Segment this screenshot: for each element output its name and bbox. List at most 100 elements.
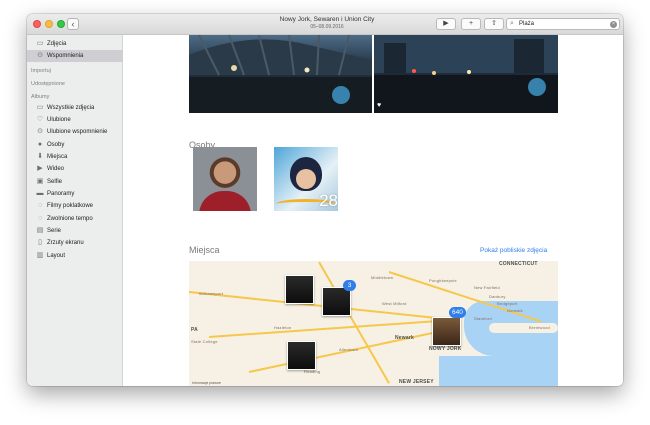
bridge-photo-graphic [189,35,372,113]
person-thumbnail-group[interactable]: 28 [274,147,338,211]
slowmo-icon: ◌ [37,215,43,222]
layout-icon: ▥ [36,252,44,259]
back-button[interactable]: ‹ [67,18,79,30]
zoom-window-button[interactable] [57,20,65,28]
sidebar-item-videos[interactable]: ▶ Wideo [27,163,123,175]
show-nearby-photos-link[interactable]: Pokaż pobliskie zdjęcia [480,247,547,254]
map-label: Allentown [339,347,359,352]
play-slideshow-button[interactable]: ▶ [436,18,456,30]
map-label: Bridgeport [497,301,518,306]
sidebar-item-label: Wszystkie zdjęcia [47,105,95,111]
map-label: New Fairfield [474,285,500,290]
sidebar-item-layout[interactable]: ▥ Layout [27,250,123,262]
map-label: Newark [395,335,414,341]
places-map[interactable]: CONNECTICUT Middletown Poughkeepsie New … [189,261,558,386]
search-icon: ⌕ [510,20,514,27]
map-photo-cluster[interactable] [432,317,461,346]
sidebar-item-label: Zdjęcia [47,41,67,47]
sidebar-item-label: Zrzuty ekranu [47,240,84,246]
sidebar-item-people[interactable]: ● Osoby [27,139,123,151]
ocean-area [439,356,558,386]
cluster-count-badge: 3 [343,280,356,291]
sidebar-item-memories[interactable]: ⊙ Wspomnienia [27,50,123,62]
sidebar-item-panoramas[interactable]: ▬ Panoramy [27,188,123,200]
map-legal-link[interactable]: Informacje prawne [192,381,221,385]
panorama-icon: ▬ [36,190,44,197]
favorite-heart-icon[interactable]: ♥ [377,102,381,109]
close-window-button[interactable] [33,20,41,28]
sidebar-item-imports[interactable]: Importuj [31,67,51,75]
sidebar-item-label: Serie [47,228,62,234]
share-button[interactable]: ⇧ [484,18,504,30]
window-title: Nowy Jork, Sewaren i Union City 05–08.09… [247,16,407,31]
street-photo-graphic [374,35,558,113]
share-icon: ⇧ [491,20,497,27]
people-icon: ● [37,141,43,148]
sidebar-item-label: Wspomnienia [47,53,84,59]
plus-icon: + [468,20,474,27]
memory-title: Nowy Jork, Sewaren i Union City [279,16,375,23]
map-photo-cluster[interactable] [287,341,316,370]
photo-bridge-drive[interactable] [189,35,372,113]
map-label: Danbury [489,294,506,299]
person-thumbnail[interactable] [193,147,257,211]
map-label: NOWY JORK [429,346,462,352]
sidebar-header-albums: Albumy [31,94,50,100]
sidebar-item-label: Filmy poklatkowe [47,203,94,209]
sidebar-item-label: Selfie [47,179,63,185]
map-label: Hazleton [274,325,292,330]
photos-window: ‹ Nowy Jork, Sewaren i Union City 05–08.… [27,14,623,386]
sidebar-item-time-lapse[interactable]: ◌ Filmy poklatkowe [27,200,123,212]
map-label: Stamford [474,316,492,321]
video-icon: ▶ [37,165,43,172]
person-photo-count: 28 [319,191,338,210]
search-input[interactable]: Plaża [519,20,534,29]
map-photo-cluster[interactable] [322,287,351,316]
sidebar-item-label: Ulubione wspomnienie [47,129,108,135]
sidebar-item-all-photos[interactable]: ▭ Wszystkie zdjęcia [27,102,123,114]
sidebar-item-label: Wideo [47,166,65,172]
sidebar-item-shared[interactable]: Udostępnione [31,80,65,88]
search-field[interactable]: ⌕ Plaża × [506,18,620,30]
sidebar-item-label: Zwolnione tempo [47,216,93,222]
sidebar-item-photos[interactable]: ▭ Zdjęcia [27,38,123,50]
cluster-count-badge: 640 [449,307,466,318]
map-label: PA [191,327,198,333]
sidebar-item-bursts[interactable]: ▤ Serie [27,225,123,237]
selfie-icon: ▣ [36,178,44,185]
photo-city-street[interactable] [374,35,558,113]
heart-icon: ♡ [36,116,44,123]
clear-search-icon[interactable]: × [610,21,617,28]
minimize-window-button[interactable] [45,20,53,28]
sidebar-item-places[interactable]: ⬇ Miejsca [27,151,123,163]
favorite-memory-icon: ⊙ [37,128,43,135]
pin-icon: ⬇ [37,153,43,160]
timelapse-icon: ◌ [37,202,43,209]
map-label: Poughkeepsie [429,278,457,283]
memory-photo-strip: ♥ [189,35,558,113]
map-label: Williamsport [199,291,224,296]
sidebar-item-selfies[interactable]: ▣ Selfie [27,176,123,188]
map-photo-cluster[interactable] [285,275,314,304]
places-section-title: Miejsca [189,245,220,255]
sidebar-item-label: Ulubione [47,117,71,123]
map-label: Middletown [371,275,394,280]
chevron-left-icon: ‹ [71,19,75,29]
sidebar-item-slo-mo[interactable]: ◌ Zwolnione tempo [27,213,123,225]
sidebar-item-screenshots[interactable]: ▯ Zrzuty ekranu [27,237,123,249]
map-label: West Milford [382,301,407,306]
map-label: State College [191,339,218,344]
photos-icon: ▭ [36,40,44,47]
screenshot-icon: ▯ [38,239,42,246]
memory-date-range: 05–08.09.2016 [310,24,344,30]
sidebar: ▭ Zdjęcia ⊙ Wspomnienia Importuj Udostęp… [27,35,123,386]
play-icon: ▶ [443,20,449,27]
map-label: Brentwood [529,325,550,330]
sidebar-item-favorite-memories[interactable]: ⊙ Ulubione wspomnienie [27,126,123,138]
sidebar-item-label: Layout [47,253,66,259]
sidebar-item-label: Miejsca [47,154,68,160]
add-button[interactable]: + [461,18,481,30]
sidebar-item-favorites[interactable]: ♡ Ulubione [27,114,123,126]
burst-icon: ▤ [36,227,44,234]
map-label: Norwalk [507,308,523,313]
